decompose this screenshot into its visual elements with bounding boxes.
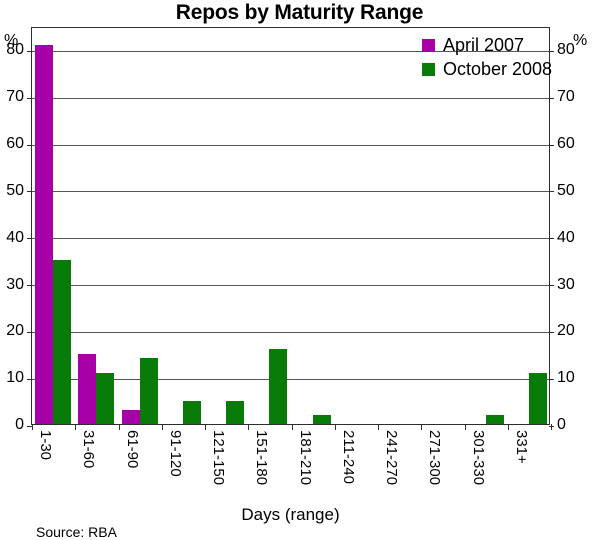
bar [485, 414, 504, 424]
bar-group [508, 28, 551, 424]
legend-swatch-icon [422, 38, 435, 52]
bar-group [465, 28, 508, 424]
plot-inner: April 2007 October 2008 [27, 28, 554, 430]
x-tick-mark [334, 424, 336, 430]
bar [312, 414, 331, 424]
x-axis-tick-label: 31-60 [80, 430, 98, 469]
bar [139, 358, 158, 424]
chart-title: Repos by Maturity Range [175, 1, 424, 24]
bar [96, 372, 115, 424]
bar-group [75, 28, 118, 424]
bar-group [292, 28, 335, 424]
y-axis-tick-label: 0 [15, 416, 24, 433]
y-axis-tick-label: 20 [557, 322, 575, 340]
x-tick-mark [118, 424, 120, 430]
x-axis-tick-label: 271-300 [426, 430, 444, 486]
y-axis-tick-label: 20 [6, 322, 24, 340]
x-tick-mark [378, 424, 379, 430]
bar [269, 349, 288, 424]
x-axis-tick-label: 181-210 [296, 430, 314, 486]
x-axis-tick-label: 331+ [512, 430, 530, 464]
y-axis-tick-label: 50 [557, 181, 575, 199]
y-axis-tick-label: 0 [557, 416, 566, 433]
x-axis-tick-label: 61-90 [123, 430, 141, 469]
x-tick-mark [507, 424, 509, 430]
y-axis-tick-label: 80 [557, 41, 575, 59]
bar-group [421, 28, 464, 424]
plot-area: April 2007 October 2008 [27, 27, 554, 430]
bar [78, 353, 97, 424]
bar [35, 44, 53, 424]
bar [182, 400, 201, 424]
x-tick-mark [32, 424, 33, 430]
bar [121, 409, 140, 424]
chart-container: Repos by Maturity Range % % April 2007 O… [0, 0, 599, 540]
y-axis-tick-label: 60 [557, 135, 575, 153]
legend-item-series-0: April 2007 [422, 33, 552, 57]
x-tick-mark [464, 424, 466, 430]
y-axis-tick-label: 30 [557, 275, 575, 293]
bar-group [119, 28, 162, 424]
x-tick-mark [291, 424, 293, 430]
x-tick-mark [205, 424, 206, 430]
x-axis-title: Days (range) [241, 505, 340, 524]
x-axis-tick-label: 211-240 [339, 430, 357, 484]
bar-group [162, 28, 205, 424]
y-axis-tick-label: 40 [6, 228, 24, 246]
y-axis-tick-label: 60 [6, 135, 24, 153]
bar-group [335, 28, 378, 424]
legend-label: April 2007 [443, 35, 525, 55]
bar-group [32, 28, 75, 424]
x-axis-tick-label: 121-150 [210, 430, 227, 486]
x-tick-mark [551, 424, 552, 430]
legend-label: October 2008 [443, 59, 553, 79]
bar [53, 260, 71, 424]
x-axis-tick-label: 1-30 [37, 430, 54, 461]
x-axis-tick-label: 241-270 [383, 430, 400, 486]
bar [226, 400, 244, 424]
y-axis-tick-label: 30 [6, 275, 24, 293]
x-tick-mark [421, 424, 423, 430]
bar-group [205, 28, 248, 424]
legend-swatch-icon [422, 62, 435, 76]
bar [528, 372, 547, 424]
y-axis-tick-label: 80 [6, 41, 24, 59]
y-axis-tick-label: 10 [557, 369, 575, 387]
x-tick-mark [248, 424, 250, 430]
bar-group [248, 28, 291, 424]
bar-group [378, 28, 421, 424]
y-axis-unit-right: % [573, 32, 588, 49]
y-axis-tick-label: 40 [557, 228, 575, 246]
x-tick-mark [161, 424, 163, 430]
y-axis-tick-label: 70 [557, 88, 575, 106]
y-axis-tick-label: 10 [6, 369, 24, 387]
x-axis-tick-label: 91-120 [166, 430, 184, 477]
x-axis-tick-label: 151-180 [253, 430, 271, 486]
source-note: Source: RBA [36, 524, 117, 540]
y-axis-tick-label: 50 [6, 181, 24, 199]
legend-item-series-1: October 2008 [422, 57, 552, 81]
x-tick-mark [75, 424, 77, 430]
x-axis-tick-label: 301-330 [469, 430, 487, 486]
y-axis-tick-label: 70 [6, 88, 24, 106]
legend: April 2007 October 2008 [422, 33, 552, 81]
